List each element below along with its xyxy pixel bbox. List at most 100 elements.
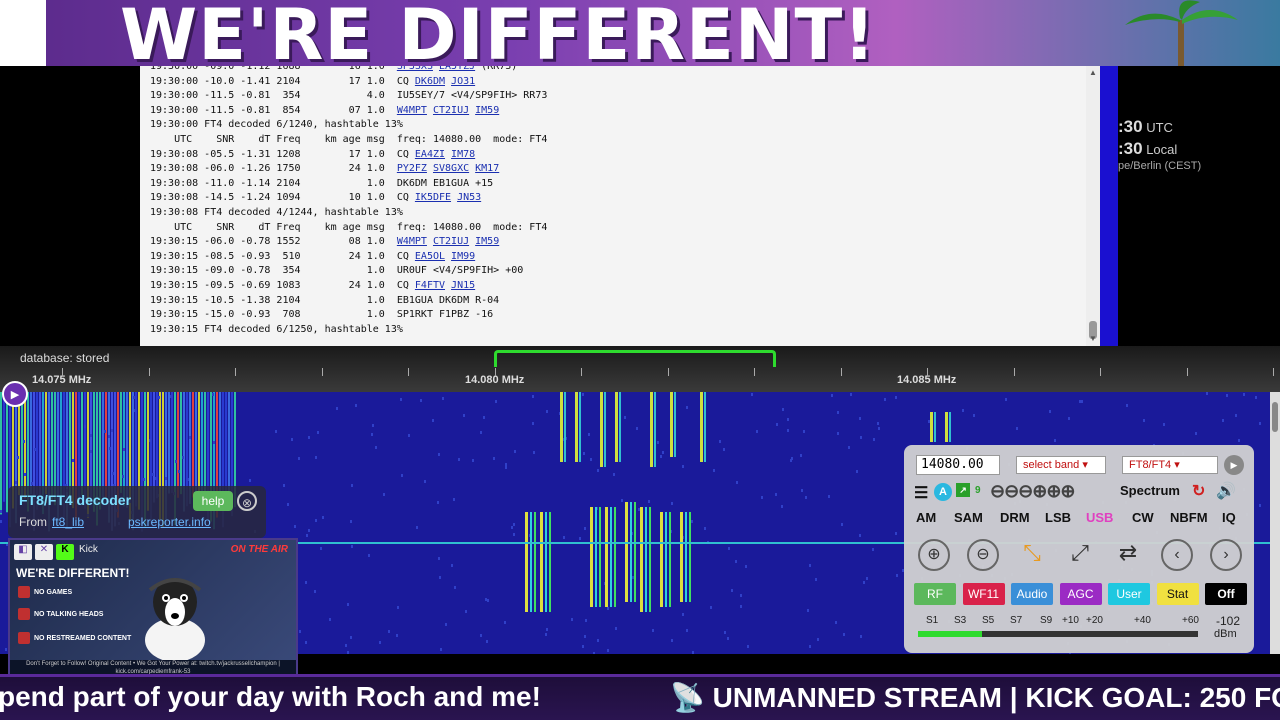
- waterfall-scrollbar[interactable]: [1270, 392, 1280, 654]
- signal-trace: [314, 590, 316, 593]
- play-circle-icon[interactable]: ▶: [1224, 455, 1244, 475]
- help-button[interactable]: help: [193, 491, 233, 511]
- callsign-link[interactable]: IM59: [475, 105, 499, 116]
- callsign-link[interactable]: DK6DM: [415, 76, 445, 87]
- signal-trace: [657, 441, 659, 444]
- chevron-right-icon[interactable]: ›: [1210, 539, 1242, 571]
- refresh-icon[interactable]: ↻: [1192, 481, 1205, 501]
- log-scrollbar[interactable]: ▲ ▼: [1086, 66, 1100, 346]
- callsign-link[interactable]: SP3SXS: [397, 66, 433, 72]
- signal-trace: [180, 392, 182, 495]
- menu-icon[interactable]: ☰: [914, 483, 928, 503]
- signal-trace: [841, 523, 843, 526]
- signal-trace: [588, 433, 590, 436]
- panel-audio-button[interactable]: Audio: [1011, 583, 1053, 605]
- signal-trace: [800, 454, 802, 457]
- panel-off-button[interactable]: Off: [1205, 583, 1247, 605]
- callsign-link[interactable]: JN15: [451, 280, 475, 291]
- swap-icon[interactable]: ⇄: [1112, 539, 1144, 571]
- signal-trace: [0, 392, 2, 515]
- zoom-out-icon[interactable]: ⊖: [967, 539, 999, 571]
- s-meter-label: +60: [1182, 615, 1199, 626]
- ft8-log-panel[interactable]: 19:30:00 -09.0 -1.12 1688 16 1.0 SP3SXS …: [140, 66, 1100, 346]
- callsign-link[interactable]: W4MPT: [397, 236, 427, 247]
- signal-trace: [317, 431, 319, 434]
- scroll-up-icon[interactable]: ▲: [1089, 68, 1097, 77]
- chevron-left-icon[interactable]: ‹: [1161, 539, 1193, 571]
- callsign-link[interactable]: JO31: [451, 76, 475, 87]
- callsign-link[interactable]: PY2FZ: [397, 163, 427, 174]
- callsign-link[interactable]: EA4ZI: [415, 149, 445, 160]
- zoom-fit-icon[interactable]: ⤡: [1016, 539, 1048, 571]
- frequency-input[interactable]: 14080.00: [916, 455, 1000, 475]
- log-line: 19:30:08 -14.5 -1.24 1094 10 1.0 CQ IK5D…: [150, 191, 1100, 206]
- log-text: 19:30:00 FT4 decoded 6/1240, hashtable 1…: [150, 119, 403, 131]
- panel-wf11-button[interactable]: WF11: [962, 583, 1005, 605]
- zoom-step-icons[interactable]: ⊖⊖⊖⊕⊕⊕: [990, 481, 1075, 502]
- s-meter-label: S7: [1010, 615, 1023, 626]
- signal-trace: [731, 589, 733, 592]
- mode-cw-button[interactable]: CW: [1132, 510, 1154, 525]
- link-icon[interactable]: ↗: [956, 483, 970, 497]
- callsign-link[interactable]: IM78: [451, 149, 475, 160]
- ft8-decoder-panel: FT8/FT4 decoder help ⊗ From ft8_lib pskre…: [8, 486, 266, 538]
- mode-drm-button[interactable]: DRM: [1000, 510, 1030, 525]
- mode-nbfm-button[interactable]: NBFM: [1170, 510, 1208, 525]
- s-meter-label: S9: [1040, 615, 1053, 626]
- auto-icon[interactable]: A: [934, 483, 952, 501]
- callsign-link[interactable]: CT2IUJ: [433, 105, 469, 116]
- signal-trace: [480, 431, 482, 434]
- panel-stat-button[interactable]: Stat: [1156, 583, 1199, 605]
- mode-lsb-button[interactable]: LSB: [1045, 510, 1071, 525]
- frequency-scale[interactable]: database: stored 14.075 MHz 14.080 MHz 1…: [0, 346, 1280, 392]
- band-select[interactable]: select band ▾: [1016, 456, 1106, 474]
- panel-user-button[interactable]: User: [1108, 583, 1150, 605]
- callsign-link[interactable]: JN53: [457, 192, 481, 203]
- close-icon[interactable]: ⊗: [237, 491, 257, 511]
- signal-trace: [440, 648, 442, 651]
- callsign-link[interactable]: SV8GXC: [433, 163, 469, 174]
- local-label: Local: [1146, 142, 1178, 157]
- signal-trace: [686, 406, 688, 409]
- mode-iq-button[interactable]: IQ: [1222, 510, 1236, 525]
- zoom-max-icon[interactable]: ⤢: [1064, 539, 1096, 571]
- callsign-link[interactable]: CT2IUJ: [433, 236, 469, 247]
- signal-trace: [575, 392, 578, 462]
- log-text: 19:30:08 -11.0 -1.14 2104 1.0 DK6DM EB1G…: [150, 177, 494, 189]
- signal-trace: [610, 507, 612, 607]
- volume-icon[interactable]: 🔊: [1216, 481, 1236, 501]
- panel-rf-button[interactable]: RF: [914, 583, 956, 605]
- decoder-mode-select[interactable]: FT8/FT4 ▾: [1122, 456, 1218, 474]
- ticker-text: pend part of your day with Roch and me!: [0, 681, 541, 712]
- mode-am-button[interactable]: AM: [916, 510, 936, 525]
- zoom-in-icon[interactable]: ⊕: [918, 539, 950, 571]
- callsign-link[interactable]: EA5OL: [415, 251, 445, 262]
- signal-trace: [155, 477, 157, 480]
- signal-trace: [320, 547, 322, 550]
- mode-usb-button[interactable]: USB: [1086, 510, 1113, 525]
- callsign-link[interactable]: IK5DFE: [415, 192, 451, 203]
- log-text: UTC SNR dT Freq km age msg freq: 14080.0…: [150, 133, 548, 145]
- spectrum-button[interactable]: Spectrum: [1120, 483, 1180, 498]
- signal-trace: [856, 470, 858, 473]
- ft8lib-link[interactable]: ft8_lib: [52, 515, 84, 529]
- callsign-link[interactable]: IM59: [475, 236, 499, 247]
- signal-trace: [472, 459, 474, 462]
- callsign-link[interactable]: IM99: [451, 251, 475, 262]
- promo-item-label: NO TALKING HEADS: [34, 610, 104, 618]
- panel-agc-button[interactable]: AGC: [1059, 583, 1102, 605]
- passband-marker[interactable]: [494, 350, 776, 367]
- channel-9-icon[interactable]: 9: [975, 485, 981, 496]
- callsign-link[interactable]: KM17: [475, 163, 499, 174]
- accent-bar: [1100, 66, 1118, 346]
- scroll-down-icon[interactable]: ▼: [1089, 334, 1097, 343]
- mode-sam-button[interactable]: SAM: [954, 510, 983, 525]
- callsign-link[interactable]: F4FTV: [415, 280, 445, 291]
- callsign-link[interactable]: W4MPT: [397, 105, 427, 116]
- signal-trace: [514, 450, 516, 453]
- callsign-link[interactable]: EA5TZJ: [439, 66, 475, 72]
- signal-trace: [597, 469, 599, 472]
- waterfall-scroll-thumb[interactable]: [1272, 402, 1278, 432]
- pskreporter-link[interactable]: pskreporter.info: [128, 515, 211, 529]
- play-icon[interactable]: ▶: [2, 381, 28, 407]
